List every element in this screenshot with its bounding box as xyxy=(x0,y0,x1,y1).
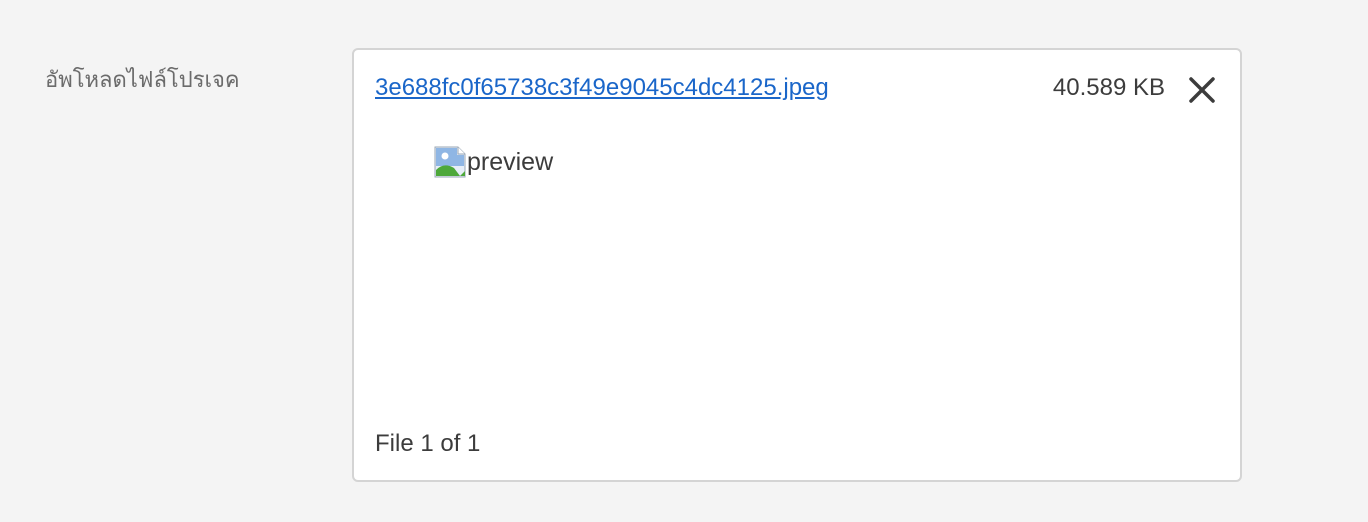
preview-alt-text: preview xyxy=(467,147,554,176)
remove-file-button[interactable] xyxy=(1188,76,1216,104)
file-size: 40.589 KB xyxy=(1052,74,1165,101)
file-preview: preview xyxy=(434,146,553,178)
close-icon xyxy=(1189,77,1215,103)
field-label: อัพโหลดไฟล์โปรเจค xyxy=(45,68,240,93)
file-name-link[interactable]: 3e688fc0f65738c3f49e9045c4dc4125.jpeg xyxy=(375,74,829,102)
broken-image-icon xyxy=(434,146,466,178)
file-upload-panel: 3e688fc0f65738c3f49e9045c4dc4125.jpeg 40… xyxy=(352,48,1242,482)
file-counter: File 1 of 1 xyxy=(375,430,481,457)
